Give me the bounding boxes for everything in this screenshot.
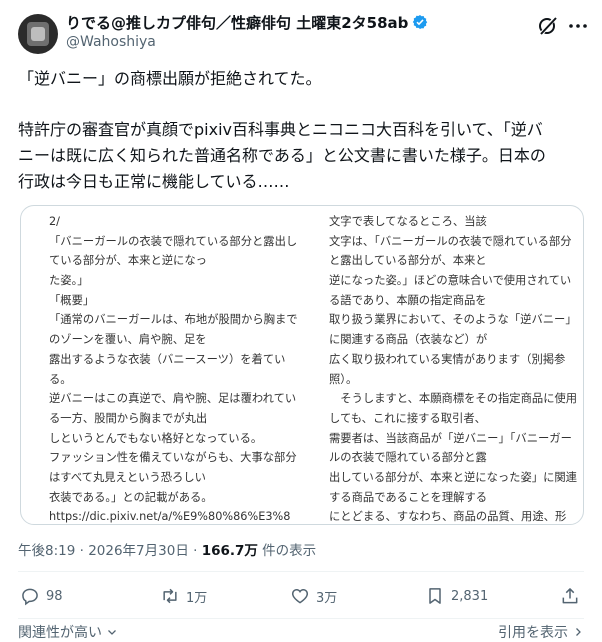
document-line: る。	[49, 372, 72, 386]
document-line: 「バニーガールの衣装で隠れている部分と露出し	[49, 234, 298, 248]
author-display-name[interactable]: りでる@推しカプ俳句／性癖俳句 土曜東2タ58ab	[66, 14, 408, 32]
document-line: しというとんでもない格好となっている。	[49, 431, 263, 445]
repost-count: 1万	[186, 590, 208, 606]
document-line: のゾーンを覆い、肩や腕、足を	[49, 333, 207, 347]
document-line: ルの衣装で隠れている部分と露	[329, 451, 487, 465]
document-line: 広く取り扱われている実情があります（別掲参	[329, 352, 566, 366]
sort-dropdown[interactable]: 関連性が高い	[18, 622, 118, 642]
document-line: 露出するような衣装（バニースーツ）を着てい	[49, 352, 286, 366]
chevron-right-icon	[576, 628, 582, 636]
document-line: 逆になった姿。」ほどの意味合いで使用されてい	[329, 274, 572, 288]
divider	[18, 618, 584, 619]
bookmark-button[interactable]: 2,831	[425, 586, 488, 606]
document-line: に関連する商品（衣装など）が	[329, 333, 488, 347]
bookmark-icon	[429, 588, 441, 604]
views-count: 166.7万	[201, 543, 258, 559]
document-line: 2/	[49, 215, 60, 228]
post-text-line-4: 行政は今日も正常に機能している……	[18, 172, 290, 191]
document-line: 需要者は、当該商品が「逆バニー」「バニーガー	[329, 431, 572, 445]
views-label: 件の表示	[257, 543, 317, 559]
heart-icon	[291, 588, 309, 604]
document-line: そうしますと、本願商標をその指定商品に使用	[329, 392, 578, 406]
reply-button[interactable]: 98	[20, 586, 63, 606]
repost-icon	[163, 588, 177, 604]
post-media-image[interactable]: 2/ 「バニーガールの衣装で隠れている部分と露出し ている部分が、本来と逆になっ た姿…	[20, 205, 584, 525]
document-left-column: 2/ 「バニーガールの衣装で隠れている部分と露出し ている部分が、本来と逆になっ た姿…	[49, 212, 298, 524]
reply-count: 98	[46, 588, 63, 604]
more-icon[interactable]	[566, 14, 590, 38]
document-right-column: 文字で表してなるところ、当該文字は、「バニーガールの衣装で隠れている部分 と露出し…	[329, 212, 578, 524]
document-line: https://dic.pixiv.net/a/%E9%80%86%E3%8	[49, 510, 291, 524]
post-text-line-3: ニーは既に広く知られた普通名称である」と公文書に書いた様子。日本の	[18, 146, 546, 165]
avatar[interactable]	[18, 14, 58, 54]
post-text-line-1: 「逆バニー」の商標出願が拒絶されてた。	[18, 69, 322, 88]
document-line: にとどまる、すなわち、商品の品質、用途、形	[329, 510, 567, 524]
document-line: と露出している部分が、本来と	[329, 254, 487, 268]
post-meta: 午後8:19 · 2026年7月30日 · 166.7万 件の表示	[18, 539, 316, 559]
document-line: 取り扱う業界において、そのような「逆バニー」	[329, 313, 577, 327]
document-line: ファッション性を備えていながらも、大事な部分	[49, 451, 297, 465]
view-quotes-link[interactable]: 引用を表示	[498, 622, 584, 642]
document-line: 「概要」	[49, 293, 95, 307]
document-line: 「通常のバニーガールは、布地が股間から胸まで	[49, 313, 298, 327]
divider	[18, 571, 584, 572]
document-line: しても、これに接する取引者、	[329, 411, 486, 425]
document-line: 文字で表してなるところ、当該	[329, 215, 487, 228]
document-line: 文字は、「バニーガールの衣装で隠れている部分	[329, 234, 572, 248]
share-button[interactable]	[560, 586, 586, 606]
like-count: 3万	[316, 590, 338, 606]
like-button[interactable]: 3万	[290, 586, 337, 606]
action-bar: 98 1万 3万 2,831	[0, 586, 602, 614]
post-timestamp[interactable]: 午後8:19 · 2026年7月30日 ·	[18, 543, 202, 559]
author-display-name-row[interactable]: りでる@推しカプ俳句／性癖俳句 土曜東2タ58ab	[66, 12, 428, 33]
chevron-down-icon	[108, 630, 117, 635]
share-icon	[562, 588, 578, 604]
grok-icon[interactable]	[536, 14, 560, 38]
document-line: 出している部分が、本来と逆になった姿」に関連	[329, 470, 577, 484]
repost-button[interactable]: 1万	[160, 586, 207, 606]
document-line: 照）。	[329, 372, 358, 386]
document-line: 衣装である。」との記載がある。	[49, 490, 213, 504]
document-line: ている部分が、本来と逆になっ	[49, 254, 207, 268]
post-text-line-2: 特許庁の審査官が真顔でpixiv百科事典とニコニコ大百科を引いて、「逆バ	[18, 120, 543, 139]
avatar-detail	[31, 27, 45, 41]
document-line: はすべて丸見えという恐ろしい	[49, 470, 206, 484]
bookmark-count: 2,831	[451, 588, 489, 604]
document-line: する商品であることを理解する	[329, 490, 488, 504]
author-handle[interactable]: @Wahoshiya	[66, 34, 156, 50]
document-line: た姿。」	[49, 274, 89, 288]
document-line: 逆バニーはこの真逆で、肩や腕、足は覆われてい	[49, 392, 297, 406]
document-line: る語であり、本願の指定商品を	[329, 293, 487, 307]
document-line: る一方、股間から胸までが丸出	[49, 411, 208, 425]
verified-badge-icon	[413, 15, 428, 29]
post-header: りでる@推しカプ俳句／性癖俳句 土曜東2タ58ab @Wahoshiya	[0, 0, 602, 64]
reply-icon	[22, 588, 38, 606]
